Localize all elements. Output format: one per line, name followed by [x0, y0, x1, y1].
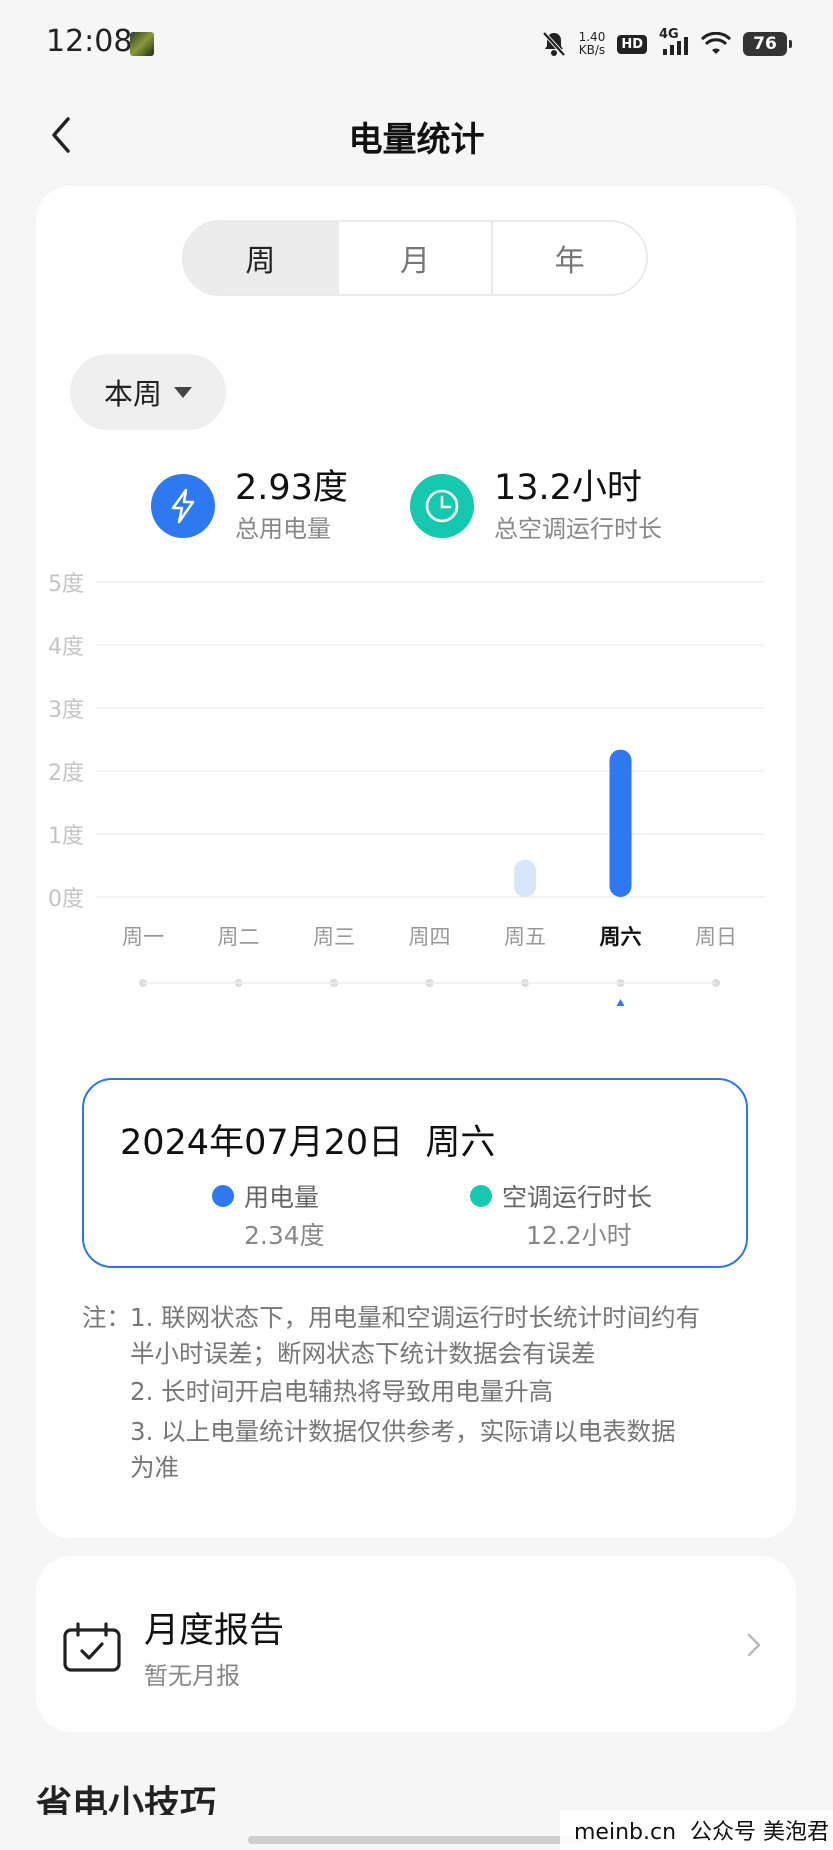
- runtime-value: 12.2小时: [526, 1221, 632, 1250]
- total-runtime-label: 总空调运行时长: [494, 514, 662, 543]
- tab-week[interactable]: 周: [184, 222, 337, 294]
- tips-section-title: 省电小技巧: [36, 1784, 217, 1815]
- legend-energy: 用电量: [212, 1178, 319, 1214]
- detail-date-text: 2024年07月20日: [120, 1123, 404, 1163]
- net-speed-unit: KB/s: [578, 43, 606, 57]
- x-tick-label: 周三: [313, 925, 355, 949]
- energy-value: 2.34度: [244, 1221, 325, 1250]
- x-tick-label: 周四: [409, 925, 451, 949]
- calendar-check-icon: [63, 1622, 121, 1672]
- note-3-line-1: 3. 以上电量统计数据仅供参考，实际请以电表数据: [130, 1417, 676, 1446]
- y-tick-label: 1度: [48, 824, 84, 849]
- tab-month[interactable]: 月: [336, 222, 492, 294]
- monthly-report-title: 月度报告: [144, 1611, 285, 1651]
- detail-date: 2024年07月20日 周六: [120, 1114, 495, 1165]
- note-1-line-2: 半小时误差；断网状态下统计数据会有误差: [130, 1339, 596, 1368]
- y-tick-label: 4度: [48, 635, 84, 660]
- y-tick-label: 0度: [48, 887, 84, 912]
- day-detail-card: 2024年07月20日 周六 用电量 2.34度 空调运行时长 12.2小时: [82, 1078, 748, 1268]
- total-energy-label: 总用电量: [235, 514, 331, 543]
- x-tick-label: 周五: [504, 925, 546, 949]
- y-tick-label: 3度: [48, 698, 84, 723]
- period-segmented-control: 周 月 年: [182, 220, 648, 296]
- tab-year[interactable]: 年: [491, 222, 646, 294]
- energy-label: 用电量: [244, 1183, 320, 1212]
- status-icons: 1.40 KB/s HD 4G 76: [541, 26, 792, 62]
- x-tick-label: 周一: [122, 925, 164, 949]
- period-dropdown-value: 本周: [103, 377, 162, 411]
- runtime-dot: [470, 1185, 492, 1207]
- runtime-label: 空调运行时长: [502, 1183, 653, 1212]
- detail-weekday: 周六: [425, 1123, 496, 1163]
- x-tick-label: 周六: [600, 925, 642, 949]
- note-item-2: 2. 长时间开启电辅热将导致用电量升高: [130, 1374, 770, 1410]
- network-type: 4G: [659, 27, 679, 42]
- selected-day-marker: [616, 999, 625, 1006]
- note-2-line-1: 2. 长时间开启电辅热将导致用电量升高: [130, 1377, 554, 1406]
- chart-bar: [514, 859, 536, 897]
- net-speed: 1.40 KB/s: [579, 31, 606, 57]
- hd-badge: HD: [617, 34, 647, 54]
- total-energy-value: 2.93度: [235, 467, 348, 508]
- chevron-right-icon: [747, 1633, 761, 1657]
- lightning-icon: [151, 474, 215, 538]
- legend-runtime: 空调运行时长: [470, 1178, 652, 1214]
- note-1-line-1: 1. 联网状态下，用电量和空调运行时长统计时间约有: [130, 1303, 701, 1332]
- status-bar: 12:08 1.40 KB/s HD 4G 76: [0, 0, 833, 90]
- watermark: meinb.cn 公众号 美泡君: [560, 1810, 833, 1850]
- page-title: 电量统计: [348, 120, 485, 160]
- note-item-1: 1. 联网状态下，用电量和空调运行时长统计时间约有 半小时误差；断网状态下统计数…: [130, 1300, 770, 1372]
- monthly-report-subtitle: 暂无月报: [144, 1662, 240, 1690]
- bell-muted-icon: [541, 30, 567, 58]
- x-tick-label: 周日: [695, 925, 737, 949]
- home-indicator[interactable]: [248, 1836, 584, 1844]
- clock-icon: [410, 474, 474, 538]
- status-time: 12:08: [46, 24, 133, 59]
- note-3-line-2: 为准: [130, 1453, 179, 1482]
- monthly-report-card[interactable]: 月度报告 暂无月报: [36, 1556, 796, 1732]
- y-tick-label: 2度: [48, 761, 84, 786]
- y-tick-label: 5度: [48, 572, 84, 597]
- total-runtime-value: 13.2小时: [494, 467, 642, 508]
- summary-total-energy: 2.93度 总用电量: [151, 466, 348, 546]
- weekly-energy-chart: 0度 1度 2度 3度 4度 5度周一 周二 周三 周四 周五 周六 周日: [48, 572, 764, 1006]
- wifi-icon: [701, 32, 731, 56]
- chart-bar: [609, 749, 632, 897]
- battery-indicator: 76: [743, 32, 792, 56]
- period-dropdown[interactable]: 本周: [70, 354, 226, 430]
- note-item-3: 3. 以上电量统计数据仅供参考，实际请以电表数据 为准: [130, 1414, 770, 1486]
- cellular-signal-icon: 4G: [659, 27, 689, 57]
- x-tick-label: 周二: [218, 925, 260, 949]
- notification-app-icon: [130, 32, 154, 56]
- energy-dot: [212, 1185, 234, 1207]
- energy-stats-card: 周 月 年 本周 2.93度 总用电量 13.2小时 总空调运行时长 0度 1度 2…: [36, 186, 796, 1538]
- notes-prefix: 注：: [82, 1303, 131, 1332]
- summary-total-runtime: 13.2小时 总空调运行时长: [410, 466, 662, 546]
- page-header: 电量统计: [0, 90, 833, 180]
- caret-down-icon: [174, 386, 192, 398]
